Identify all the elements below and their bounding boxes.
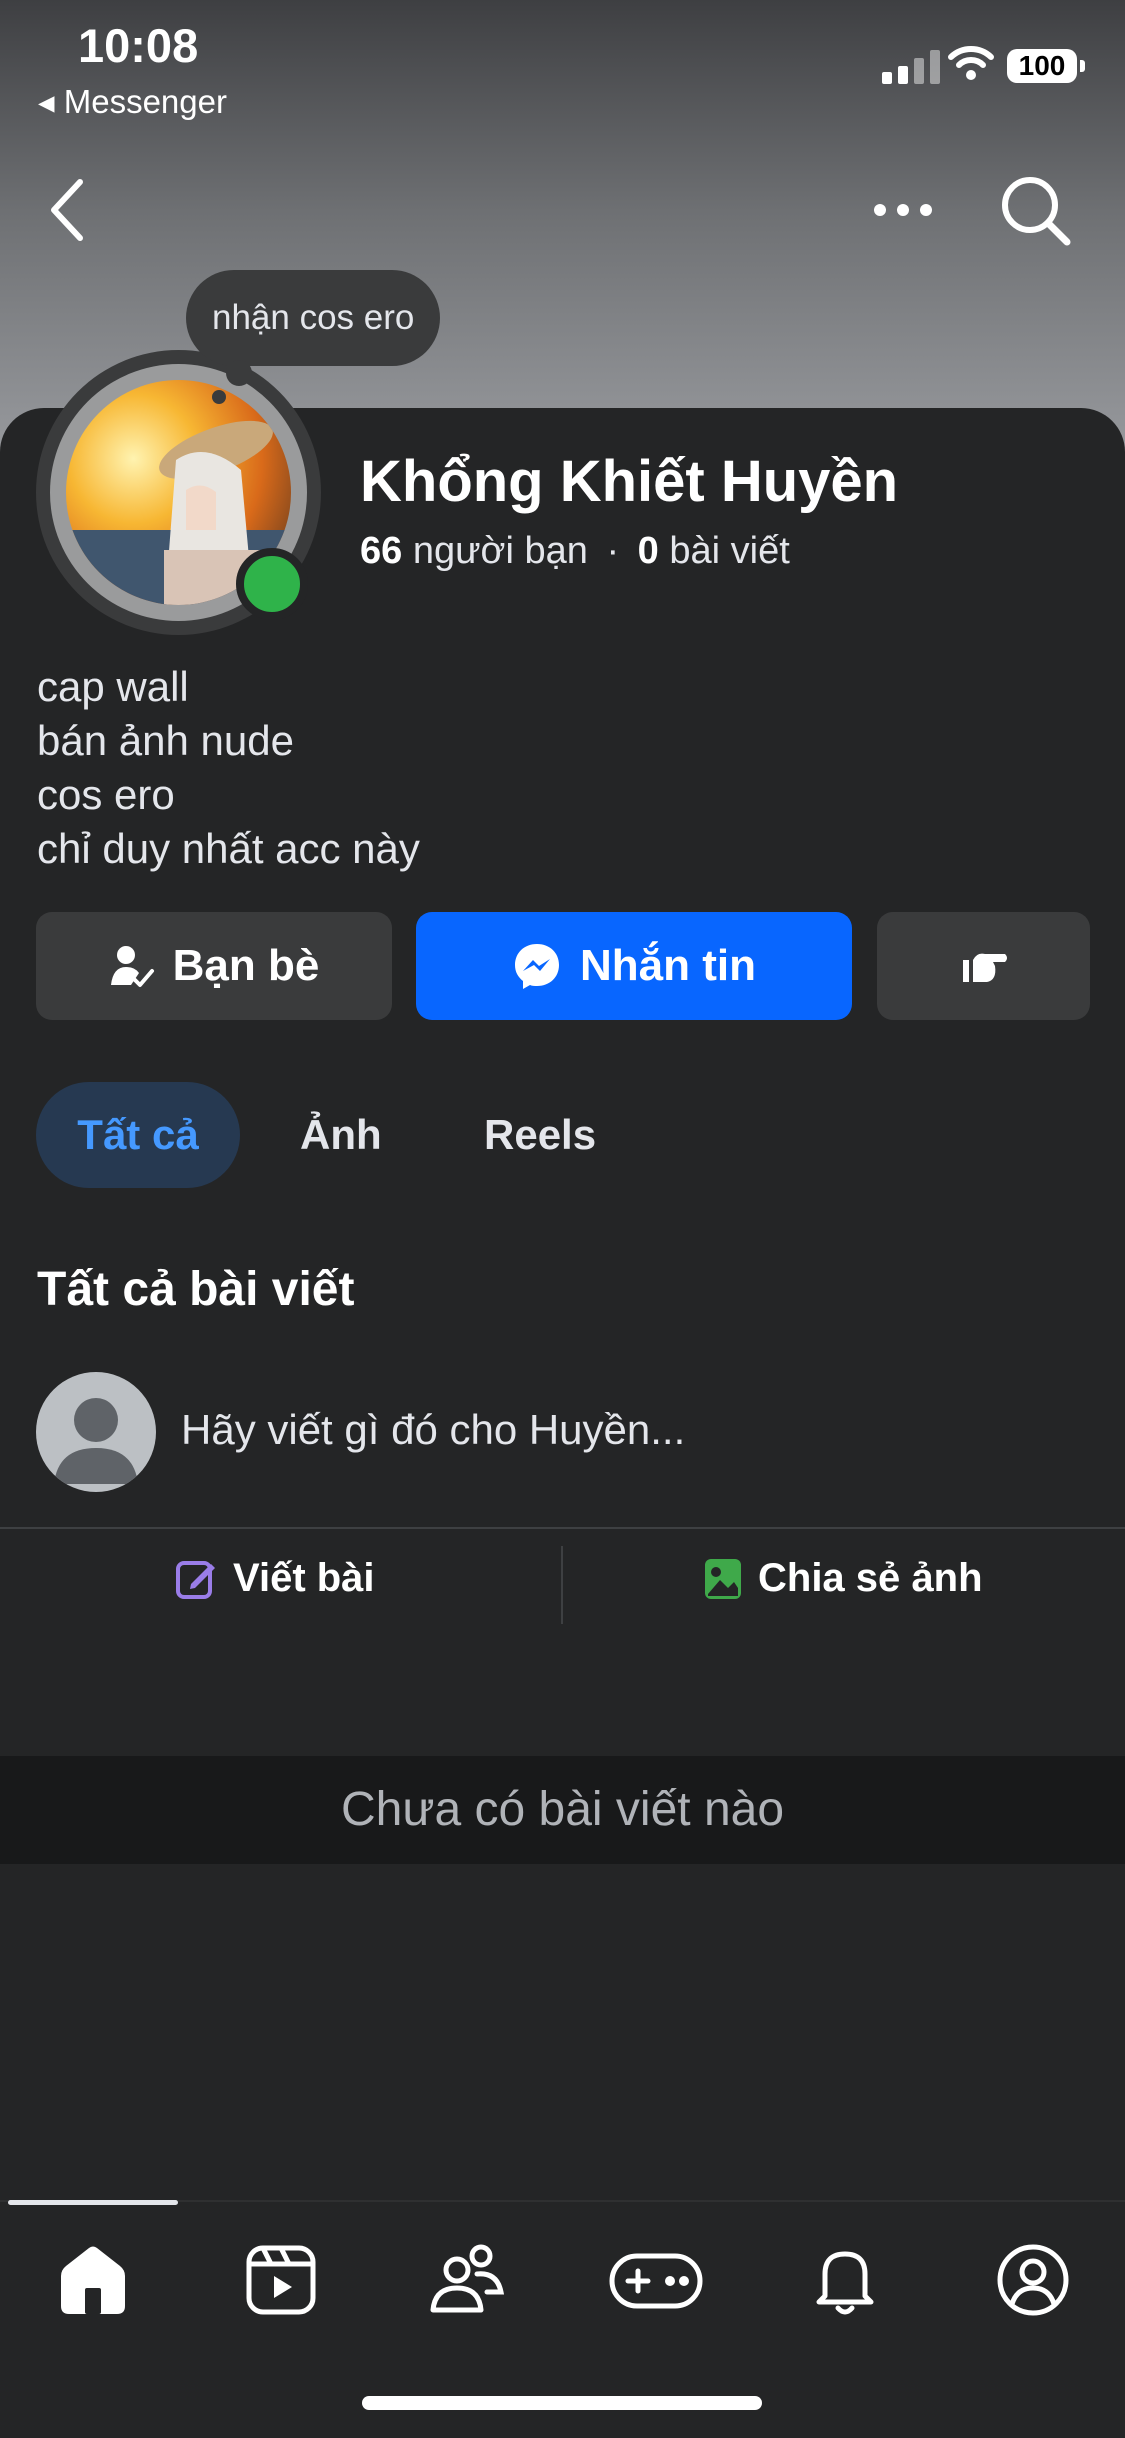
- friends-label[interactable]: người bạn: [413, 530, 588, 572]
- profile-name: Khổng Khiết Huyền: [360, 449, 899, 514]
- empty-state-text: Chưa có bài viết nào: [340, 1783, 785, 1836]
- profile-bio: cap wall bán ảnh nude cos ero chỉ duy nh…: [37, 660, 420, 876]
- tab-all[interactable]: Tất cả: [36, 1082, 240, 1188]
- composer-input[interactable]: Hãy viết gì đó cho Huyền...: [181, 1406, 685, 1454]
- action-divider: [561, 1546, 563, 1624]
- friends-count[interactable]: 66: [360, 530, 402, 572]
- profile-icon[interactable]: [993, 2240, 1073, 2320]
- poke-hand-icon: [962, 953, 1007, 982]
- share-photo-label: Chia sẻ ảnh: [758, 1556, 983, 1600]
- edit-icon: [176, 1560, 215, 1599]
- bio-line: bán ảnh nude: [37, 717, 294, 764]
- online-status-indicator: [236, 548, 308, 620]
- posts-label: bài viết: [669, 530, 790, 572]
- tab-reels[interactable]: Reels: [484, 1082, 596, 1188]
- bio-line: cos ero: [37, 771, 175, 818]
- share-photo-button[interactable]: Chia sẻ ảnh: [704, 1556, 983, 1601]
- profile-note[interactable]: nhận cos ero: [186, 270, 441, 366]
- battery-icon: 100: [1007, 49, 1085, 83]
- messenger-icon: [515, 944, 559, 989]
- friend-check-icon: [110, 946, 154, 987]
- status-time: 10:08: [78, 19, 199, 72]
- friends-button-label: Bạn bè: [172, 941, 320, 990]
- tab-photos[interactable]: Ảnh: [300, 1082, 382, 1188]
- write-post-label: Viết bài: [233, 1556, 375, 1600]
- posts-count: 0: [637, 530, 659, 572]
- note-bubble-tail: [226, 360, 252, 386]
- poke-button[interactable]: [877, 912, 1090, 1020]
- bio-line: cap wall: [37, 663, 189, 710]
- write-post-button[interactable]: Viết bài: [175, 1556, 375, 1601]
- default-avatar-icon: [54, 1398, 138, 1484]
- back-arrow-icon[interactable]: [40, 170, 100, 250]
- signal-icon: [882, 46, 940, 84]
- message-button-label: Nhắn tin: [580, 941, 756, 990]
- photo-icon: [705, 1558, 741, 1599]
- bell-icon[interactable]: [805, 2240, 885, 2320]
- active-tab-indicator: [8, 2200, 178, 2205]
- divider: [0, 1527, 1125, 1529]
- more-options-icon[interactable]: [868, 180, 938, 240]
- friends-button[interactable]: Bạn bè: [36, 912, 392, 1020]
- gaming-icon[interactable]: [606, 2240, 706, 2320]
- profile-stats: 66 người bạn · 0 bài viết: [360, 530, 790, 573]
- search-icon[interactable]: [995, 170, 1075, 250]
- video-icon[interactable]: [241, 2240, 321, 2320]
- bio-line: chỉ duy nhất acc này: [37, 825, 420, 872]
- stats-separator: ·: [606, 530, 620, 572]
- section-title: Tất cả bài viết: [37, 1263, 355, 1316]
- back-to-messenger[interactable]: ◂ Messenger: [38, 82, 227, 121]
- home-icon[interactable]: [53, 2240, 133, 2320]
- friends-icon[interactable]: [427, 2240, 507, 2320]
- composer-avatar: [36, 1372, 156, 1492]
- wifi-icon: [948, 46, 994, 80]
- status-bar: 10:08 ◂ Messenger 100: [0, 0, 1125, 130]
- note-bubble-tail-small: [212, 390, 226, 404]
- message-button[interactable]: Nhắn tin: [416, 912, 852, 1020]
- home-indicator: [362, 2396, 762, 2410]
